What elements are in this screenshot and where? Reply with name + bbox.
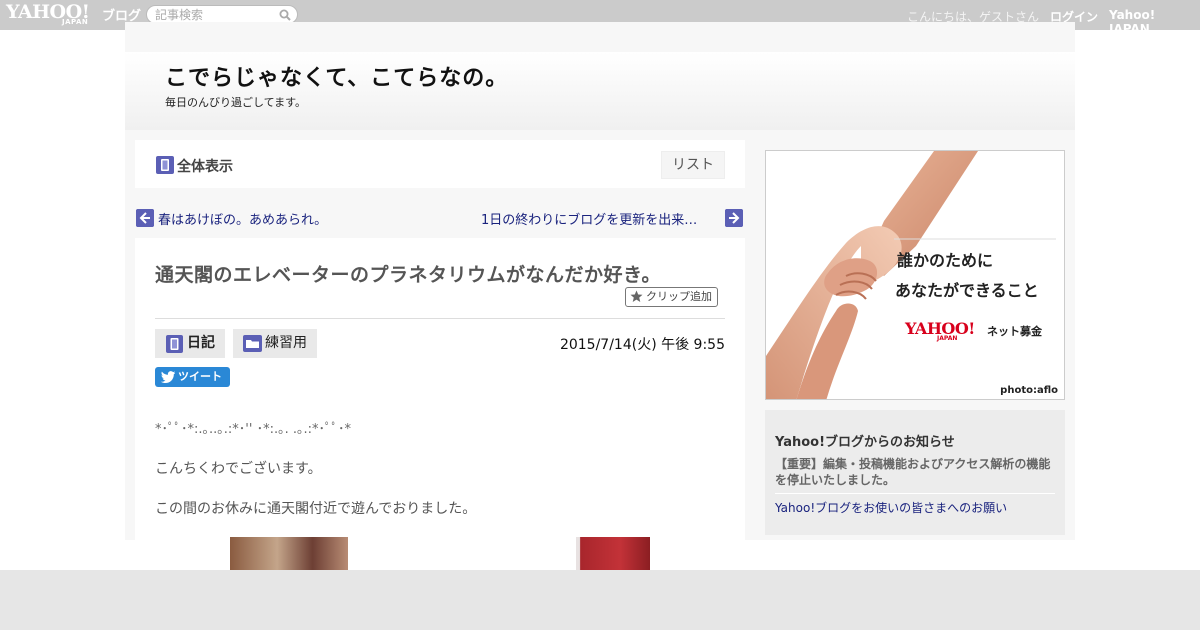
logo-sub: JAPAN bbox=[62, 18, 89, 26]
tweet-label: ツイート bbox=[178, 370, 222, 383]
post-title: 通天閣のエレベーターのプラネタリウムがなんだか好き。 bbox=[155, 264, 662, 286]
search-input[interactable] bbox=[155, 7, 279, 22]
clip-add-button[interactable]: クリップ追加 bbox=[625, 287, 718, 307]
body-text: こんちくわでございます。 bbox=[155, 461, 322, 477]
yahoo-blog-logo[interactable]: YAHOO! JAPAN ブログ bbox=[6, 1, 142, 28]
arrow-left-icon[interactable] bbox=[136, 209, 154, 227]
tweet-button[interactable]: ツイート bbox=[155, 367, 230, 387]
decorative-line: *･ﾟﾟ･*:.｡..｡.:*･'' ･*:.｡. .｡.:*･ﾟﾟ･* bbox=[155, 422, 351, 437]
ad-service-name: ネット募金 bbox=[987, 325, 1042, 338]
next-post-link[interactable]: 1日の終わりにブログを更新を出来… bbox=[481, 209, 697, 228]
ad-headline: 誰かのために bbox=[897, 251, 994, 270]
article: 通天閣のエレベーターのプラネタリウムがなんだか好き。 クリップ追加 日記 練習用… bbox=[135, 238, 745, 570]
post-photo[interactable] bbox=[576, 537, 650, 570]
arrow-right-icon[interactable] bbox=[725, 209, 743, 227]
view-bar: 全体表示 リスト bbox=[135, 140, 745, 188]
notice-title: Yahoo!ブログからのお知らせ bbox=[775, 435, 955, 450]
photo-credit: photo:aflo bbox=[1000, 385, 1058, 396]
category-tag[interactable]: 日記 bbox=[155, 329, 225, 358]
ad-headline: あなたができること bbox=[895, 281, 1039, 300]
twitter-bird-icon bbox=[161, 371, 175, 383]
notice-important[interactable]: 【重要】編集・投稿機能およびアクセス解析の機能を停止いたしました。 bbox=[775, 456, 1057, 488]
book-icon bbox=[156, 156, 174, 174]
list-view-button[interactable]: リスト bbox=[661, 151, 725, 179]
blog-description: 毎日のんびり過ごしてます。 bbox=[165, 96, 307, 109]
divider bbox=[775, 493, 1055, 494]
post-photo[interactable] bbox=[230, 537, 348, 570]
prev-post-link[interactable]: 春はあけぼの。あめあられ。 bbox=[158, 209, 327, 228]
sidebar-card bbox=[850, 555, 980, 570]
footer-band bbox=[0, 570, 1200, 630]
star-icon bbox=[630, 290, 643, 302]
handshake-photo bbox=[766, 151, 1056, 399]
notice-box: Yahoo!ブログからのお知らせ 【重要】編集・投稿機能およびアクセス解析の機能… bbox=[765, 410, 1065, 535]
blog-title[interactable]: こでらじゃなくて、こてらなの。 bbox=[165, 60, 508, 92]
folder-label: 練習用 bbox=[265, 335, 307, 351]
post-date: 2015/7/14(火) 午後 9:55 bbox=[559, 337, 725, 353]
book-icon bbox=[166, 335, 183, 353]
charity-ad-banner[interactable]: 誰かのために あなたができること YAHOO! JAPAN ネット募金 phot… bbox=[765, 150, 1065, 400]
notice-link[interactable]: Yahoo!ブログをお使いの皆さまへのお願い bbox=[775, 499, 1007, 516]
search-icon[interactable] bbox=[279, 9, 291, 21]
body-text: この間のお休みに通天閣付近で遊んでおりました。 bbox=[155, 501, 477, 517]
ad-logo-sub: JAPAN bbox=[937, 335, 958, 342]
category-label: 日記 bbox=[187, 335, 215, 351]
folder-icon bbox=[243, 335, 262, 352]
clip-add-label: クリップ追加 bbox=[646, 290, 712, 303]
divider bbox=[155, 318, 725, 319]
folder-tag[interactable]: 練習用 bbox=[233, 329, 317, 358]
view-all-link[interactable]: 全体表示 bbox=[177, 156, 233, 176]
